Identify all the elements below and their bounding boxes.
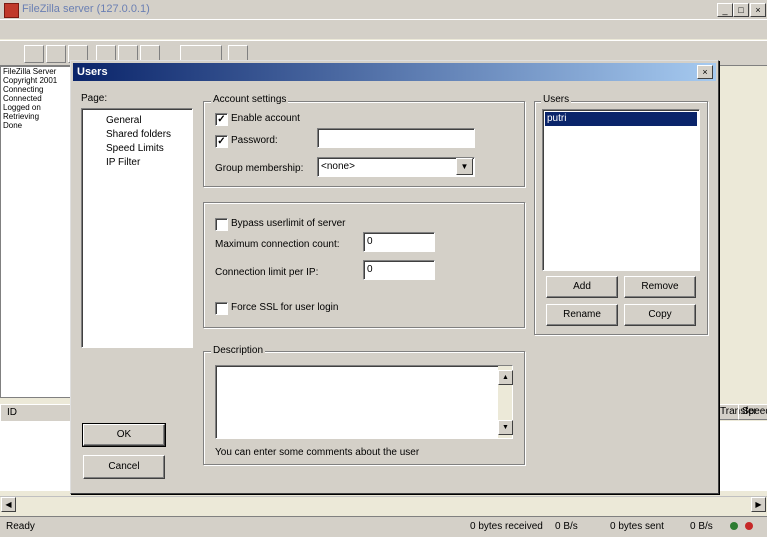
account-settings-legend: Account settings — [211, 94, 289, 105]
connection-limit-ip-value: 0 — [367, 264, 373, 275]
rename-user-button[interactable]: Rename — [546, 304, 618, 326]
description-legend: Description — [211, 345, 266, 356]
minimize-button[interactable]: _ — [717, 3, 733, 17]
send-led-icon — [745, 522, 753, 530]
log-line: Connected — [3, 94, 42, 103]
page-label: Page: — [81, 93, 108, 104]
max-connection-value: 0 — [367, 236, 373, 247]
users-dialog: Users × Page: General Shared folders Spe… — [70, 60, 719, 494]
dialog-title: Users — [77, 66, 108, 78]
log-line: Retrieving — [3, 112, 40, 121]
log-line: Logged on — [3, 103, 41, 112]
menubar — [0, 20, 767, 39]
maximize-button[interactable]: □ — [733, 3, 749, 17]
description-scrollbar[interactable]: ▲ ▼ — [498, 366, 513, 438]
connection-limit-ip-field[interactable]: 0 — [363, 260, 435, 280]
log-line: Done — [3, 121, 23, 130]
bypass-userlimit-checkbox[interactable] — [215, 218, 228, 231]
page-item-ip-filter[interactable]: IP Filter — [106, 157, 140, 168]
filezilla-app-icon — [4, 3, 19, 18]
copy-user-button[interactable]: Copy — [624, 304, 696, 326]
log-pane: FileZilla Server Copyright 2001 Connecti… — [0, 66, 72, 398]
receive-led-icon — [730, 522, 738, 530]
group-membership-value: <none> — [321, 161, 355, 172]
status-sent-rate: 0 B/s — [690, 521, 713, 532]
scroll-up-icon[interactable]: ▲ — [498, 370, 513, 385]
queue-column-speed[interactable]: Speed — [738, 404, 767, 420]
bypass-userlimit-label: Bypass userlimit of server — [231, 218, 346, 229]
remove-user-button[interactable]: Remove — [624, 276, 696, 298]
queue-column-id[interactable]: ID — [7, 407, 17, 418]
group-membership-label: Group membership: — [215, 163, 304, 174]
status-received-rate: 0 B/s — [555, 521, 578, 532]
force-ssl-checkbox[interactable] — [215, 302, 228, 315]
scroll-down-icon[interactable]: ▼ — [498, 420, 513, 435]
force-ssl-label: Force SSL for user login — [231, 302, 339, 313]
enable-account-checkbox[interactable]: ✓ — [215, 113, 228, 126]
queue-header-left: ID — [0, 404, 72, 422]
cancel-button[interactable]: Cancel — [83, 455, 165, 479]
dialog-close-button[interactable]: × — [697, 65, 713, 79]
page-item-shared-folders[interactable]: Shared folders — [106, 129, 171, 140]
close-button[interactable]: × — [750, 3, 766, 17]
page-item-speed-limits[interactable]: Speed Limits — [106, 143, 164, 154]
dialog-titlebar: Users × — [73, 63, 716, 81]
chevron-down-icon[interactable]: ▼ — [456, 158, 473, 175]
status-ready: Ready — [6, 521, 35, 532]
users-list[interactable]: putri — [542, 109, 700, 271]
page-item-general[interactable]: General — [106, 115, 142, 126]
disconnect-icon[interactable] — [46, 45, 66, 63]
add-user-button[interactable]: Add — [546, 276, 618, 298]
main-window-title: FileZilla server (127.0.0.1) — [22, 3, 150, 15]
page-tree[interactable]: General Shared folders Speed Limits IP F… — [81, 108, 193, 348]
statusbar: Ready 0 bytes received 0 B/s 0 bytes sen… — [0, 516, 767, 537]
user-item-putri[interactable]: putri — [545, 112, 697, 126]
scroll-right-icon[interactable]: ▶ — [751, 497, 766, 512]
ok-button[interactable]: OK — [82, 423, 166, 447]
status-received: 0 bytes received — [470, 521, 543, 532]
log-line: FileZilla Server — [3, 67, 57, 76]
log-line: Connecting — [3, 85, 44, 94]
users-legend: Users — [541, 94, 572, 105]
connection-limit-ip-label: Connection limit per IP: — [215, 267, 319, 278]
description-hint: You can enter some comments about the us… — [215, 447, 420, 458]
connect-icon[interactable] — [24, 45, 44, 63]
log-line: Copyright 2001 — [3, 76, 58, 85]
horizontal-scrollbar[interactable]: ◀ ▶ — [0, 496, 767, 512]
group-membership-select[interactable]: <none> ▼ — [317, 157, 475, 177]
max-connection-field[interactable]: 0 — [363, 232, 435, 252]
queue-header-right: Transfer Speed — [716, 404, 767, 420]
scroll-left-icon[interactable]: ◀ — [1, 497, 16, 512]
max-connection-label: Maximum connection count: — [215, 239, 340, 250]
description-field[interactable]: ▲ ▼ — [215, 365, 513, 439]
queue-column-transfer[interactable]: Transfer — [716, 404, 757, 420]
main-titlebar: FileZilla server (127.0.0.1) _ □ × — [0, 0, 767, 20]
status-sent: 0 bytes sent — [610, 521, 664, 532]
password-field[interactable] — [317, 128, 475, 148]
password-checkbox[interactable]: ✓ — [215, 135, 228, 148]
enable-account-label: Enable account — [231, 113, 300, 124]
password-label: Password: — [231, 135, 278, 146]
